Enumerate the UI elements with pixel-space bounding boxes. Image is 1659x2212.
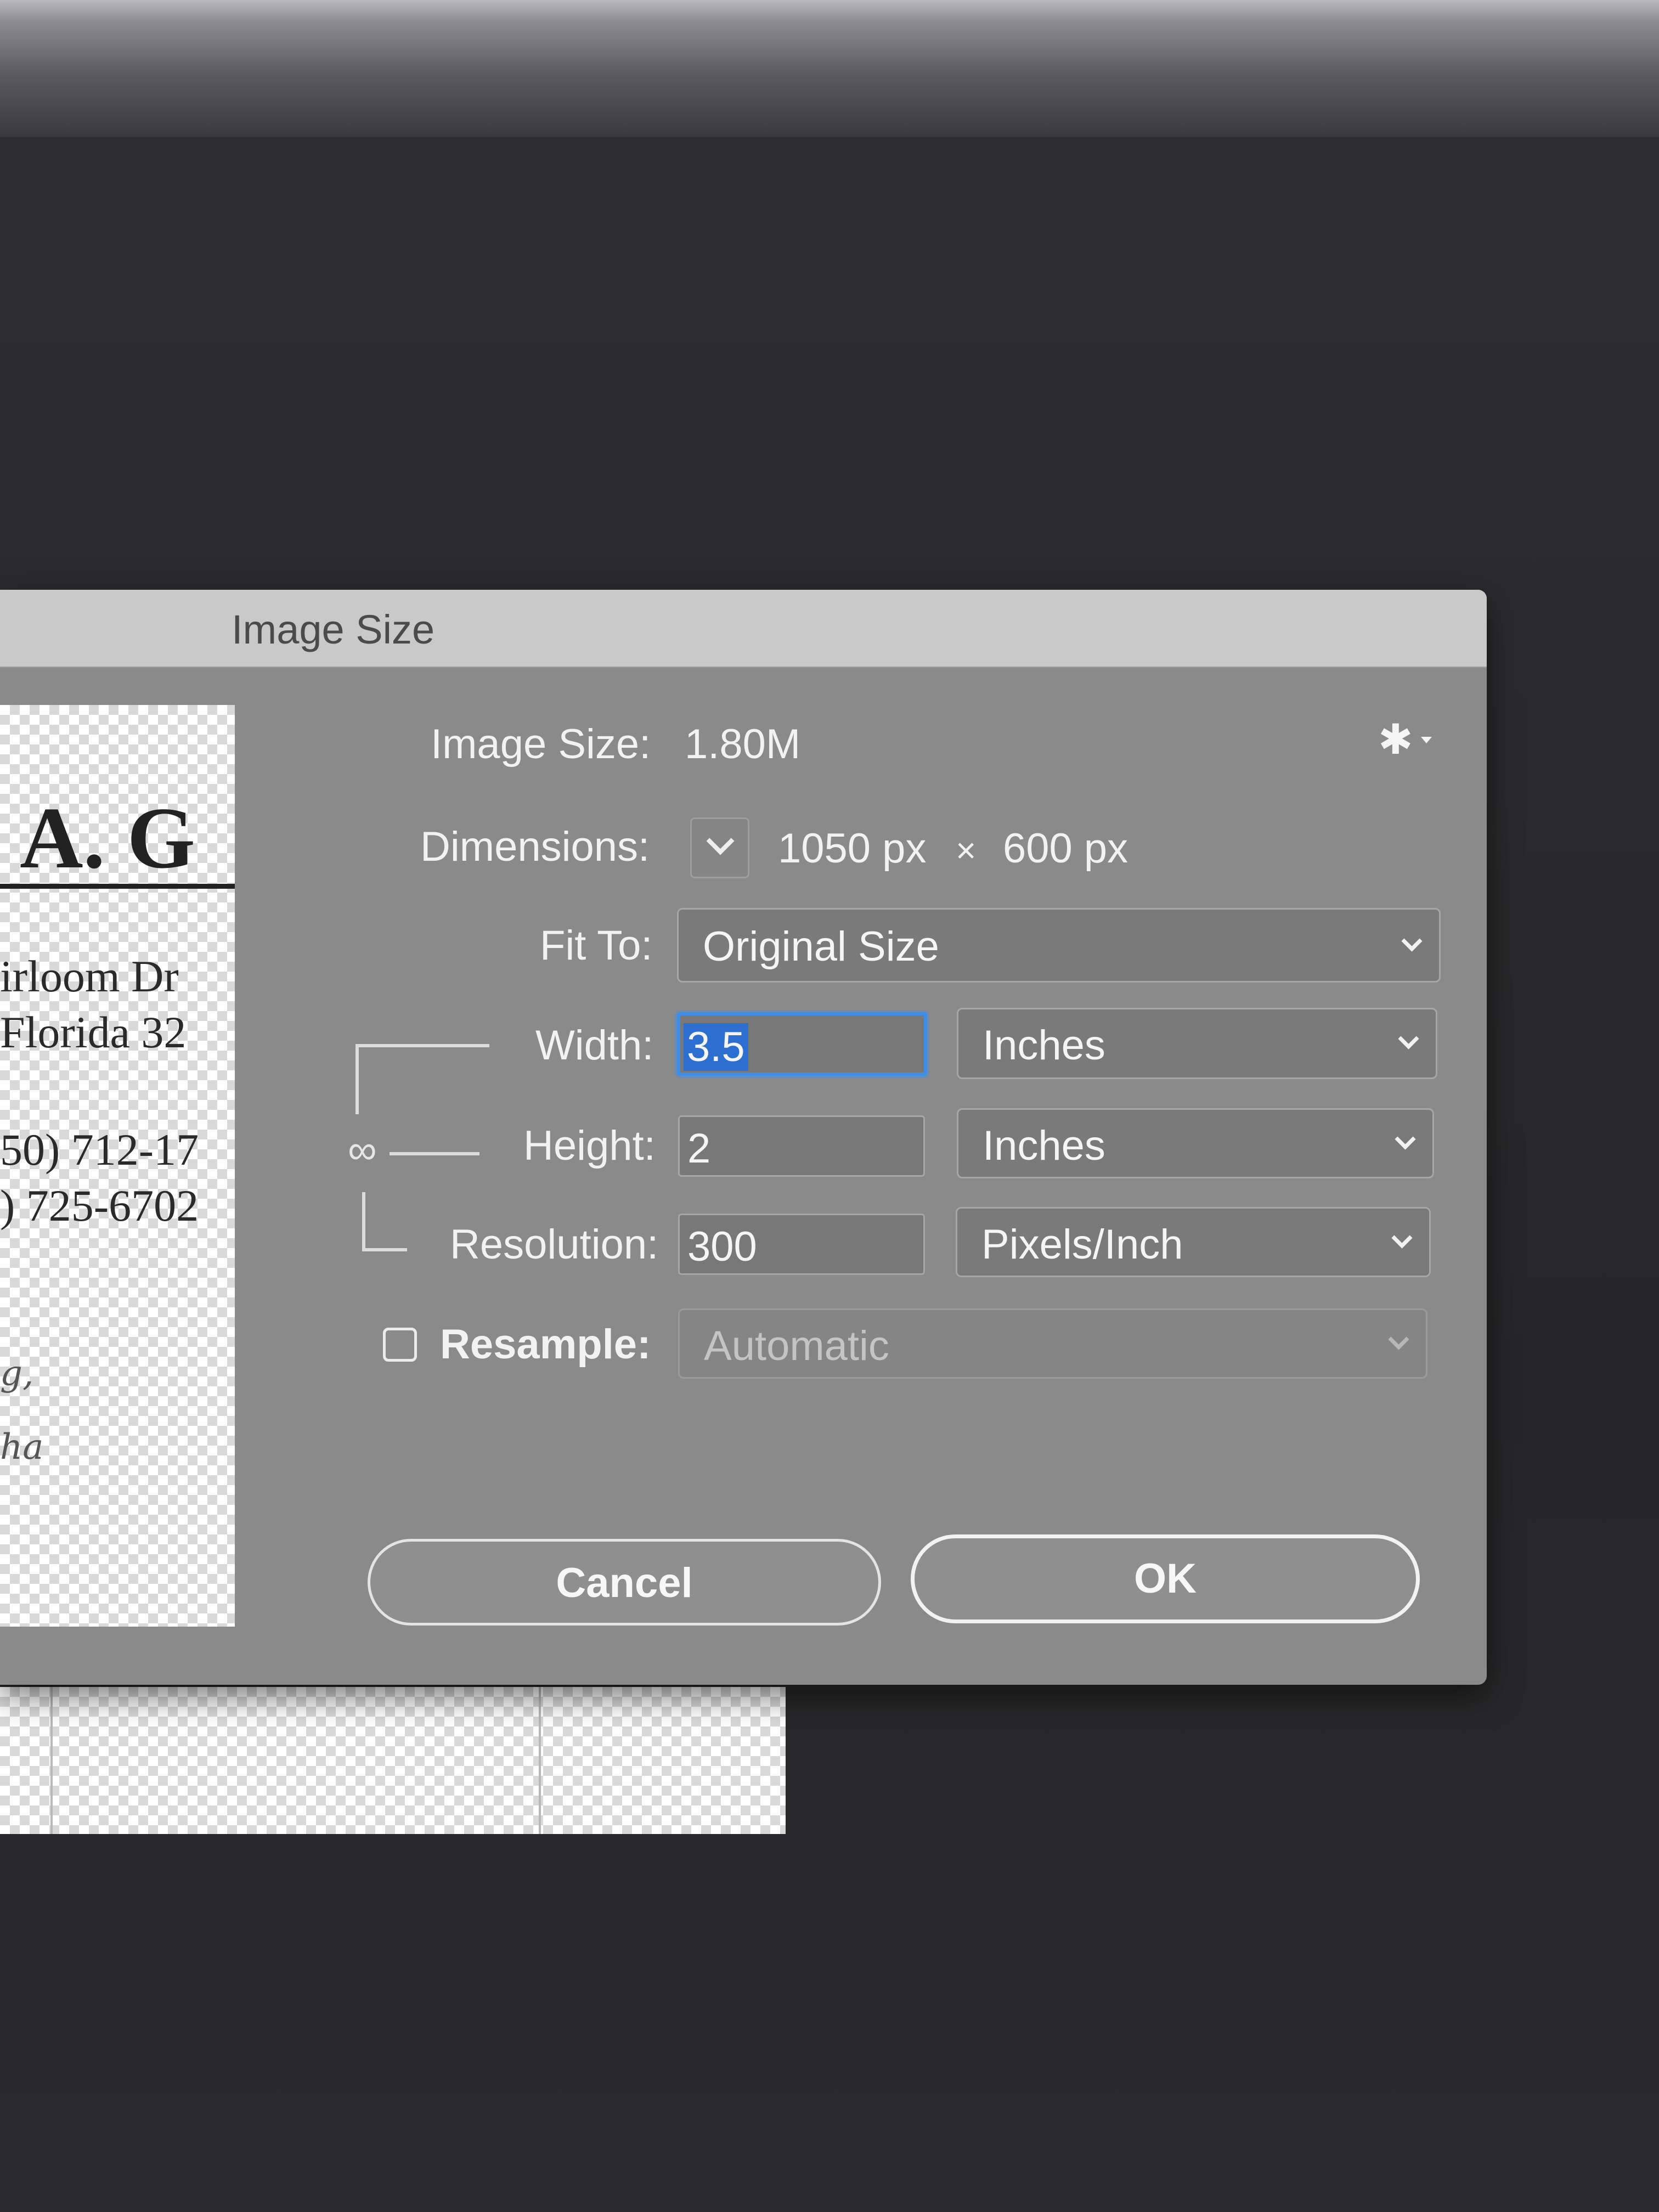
preview-address-line: irloom Dr — [0, 951, 179, 1001]
preview-phone: ) 725-6702 — [0, 1181, 199, 1231]
cancel-button[interactable]: Cancel — [368, 1539, 881, 1626]
constraint-bracket — [390, 1152, 479, 1155]
fit-to-value: Original Size — [703, 923, 939, 970]
resolution-unit-select[interactable]: Pixels/Inch — [956, 1207, 1431, 1277]
preview-address-line: Florida 32 — [0, 1007, 187, 1057]
preview-script-text: ha — [0, 1427, 44, 1468]
resolution-label: Resolution: — [450, 1221, 659, 1268]
guide-line — [539, 1687, 541, 1834]
document-canvas — [0, 1687, 786, 1834]
width-label: Width: — [535, 1022, 654, 1069]
constraint-bracket — [362, 1248, 407, 1251]
resample-method-select[interactable]: Automatic — [678, 1308, 1427, 1379]
ok-button[interactable]: OK — [911, 1534, 1420, 1623]
gear-icon[interactable]: ✱ — [1378, 719, 1413, 761]
constraint-bracket — [362, 1192, 365, 1251]
dimensions-height: 600 px — [1003, 825, 1128, 872]
resample-checkbox[interactable] — [383, 1328, 417, 1362]
chevron-down-icon — [1401, 930, 1423, 952]
width-input[interactable]: 3.5 — [677, 1012, 927, 1076]
dialog-titlebar[interactable]: Image Size — [0, 590, 1487, 668]
monitor-bezel — [0, 0, 1659, 137]
width-unit-select[interactable]: Inches — [957, 1008, 1437, 1079]
width-unit-value: Inches — [983, 1022, 1105, 1069]
resample-method-value: Automatic — [704, 1323, 889, 1369]
preview-rule — [0, 884, 235, 889]
height-input[interactable]: 2 — [678, 1115, 925, 1177]
chevron-down-icon — [1388, 1329, 1409, 1350]
image-size-label: Image Size: — [431, 721, 651, 768]
cancel-button-label: Cancel — [556, 1560, 693, 1606]
height-unit-value: Inches — [983, 1122, 1105, 1169]
link-icon[interactable]: ∞ — [348, 1126, 377, 1173]
chevron-down-icon — [1395, 1128, 1416, 1150]
preview-phone: 50) 712-17 — [0, 1125, 199, 1175]
constraint-bracket — [356, 1044, 359, 1114]
resolution-value: 300 — [687, 1223, 757, 1270]
height-unit-select[interactable]: Inches — [957, 1108, 1434, 1178]
constraint-bracket — [356, 1044, 489, 1047]
preview-script-text: g, — [0, 1353, 34, 1394]
dialog-title: Image Size — [232, 607, 435, 652]
chevron-down-icon[interactable] — [1421, 737, 1432, 743]
image-size-dialog: Image Size A. G irloom Dr Florida 32 50)… — [0, 590, 1487, 1685]
chevron-down-icon — [1391, 1227, 1413, 1249]
height-value: 2 — [687, 1125, 711, 1172]
dimensions-width: 1050 px — [778, 825, 927, 872]
ok-button-label: OK — [1134, 1555, 1197, 1602]
chevron-down-icon — [1398, 1028, 1419, 1049]
dimensions-label: Dimensions: — [420, 823, 650, 870]
dimensions-separator: × — [956, 831, 977, 870]
width-value: 3.5 — [684, 1023, 748, 1071]
fit-to-label: Fit To: — [540, 922, 653, 969]
image-preview[interactable]: A. G irloom Dr Florida 32 50) 712-17 ) 7… — [0, 705, 235, 1627]
preview-name: A. G — [20, 789, 195, 887]
resample-label: Resample: — [440, 1321, 651, 1368]
image-size-value: 1.80M — [685, 721, 801, 768]
dimensions-units-dropdown[interactable] — [690, 817, 749, 878]
fit-to-select[interactable]: Original Size — [677, 908, 1441, 983]
resolution-input[interactable]: 300 — [678, 1214, 925, 1275]
resolution-unit-value: Pixels/Inch — [981, 1221, 1183, 1268]
height-label: Height: — [523, 1122, 656, 1169]
chevron-down-icon — [706, 827, 735, 855]
guide-line — [50, 1687, 53, 1834]
